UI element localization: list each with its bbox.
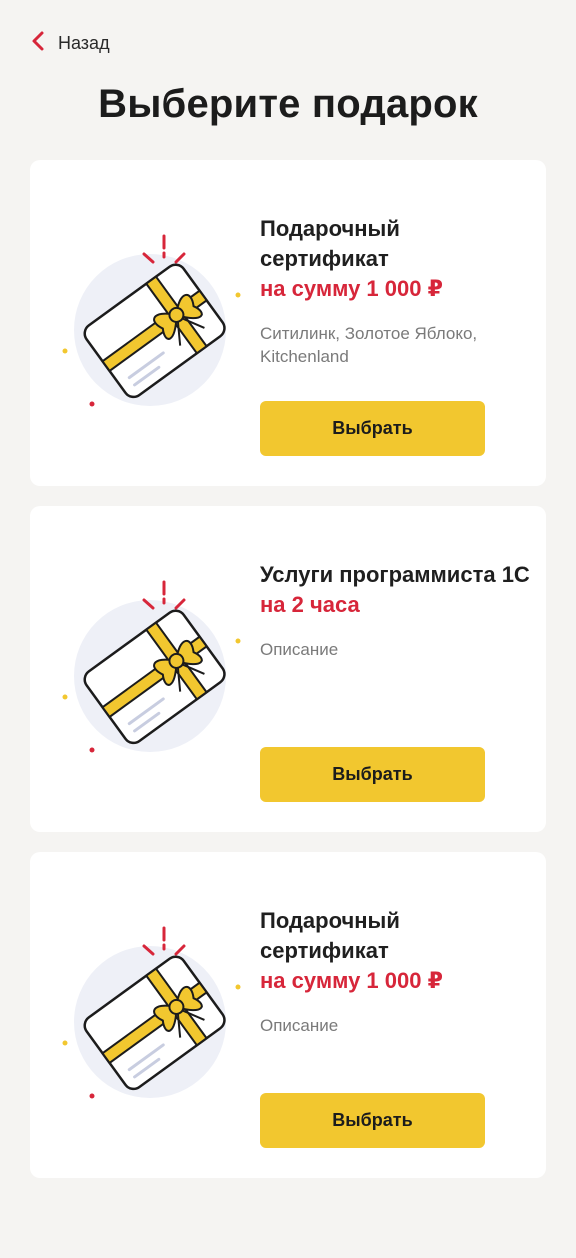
gift-card: Услуги программиста 1С на 2 часа Описани…	[30, 506, 546, 832]
gift-card: Подарочный сертификат на сумму 1 000 ₽ О…	[30, 852, 546, 1178]
gift-card-icon	[56, 226, 256, 426]
gift-description: Описание	[260, 640, 339, 659]
gift-name: Услуги программиста 1С	[260, 562, 530, 587]
select-button[interactable]: Выбрать	[260, 1093, 485, 1148]
back-label: Назад	[58, 33, 110, 53]
gift-card-icon	[56, 572, 256, 772]
back-link[interactable]: Назад	[30, 28, 110, 59]
gift-name: Подарочный сертификат	[260, 216, 400, 271]
gift-description: Ситилинк, Золотое Яблоко, Kitchenland	[260, 324, 478, 366]
gift-value: на сумму 1 000 ₽	[260, 276, 443, 301]
page-title: Выберите подарок	[98, 82, 478, 126]
gift-name: Подарочный сертификат	[260, 908, 400, 963]
gift-value: на сумму 1 000 ₽	[260, 968, 443, 993]
select-button[interactable]: Выбрать	[260, 401, 485, 456]
select-button[interactable]: Выбрать	[260, 747, 485, 802]
gift-card-icon	[56, 918, 256, 1118]
chevron-left-icon	[30, 28, 46, 59]
gift-description: Описание	[260, 1016, 339, 1035]
gift-value: на 2 часа	[260, 592, 360, 617]
gift-card: Подарочный сертификат на сумму 1 000 ₽ С…	[30, 160, 546, 486]
